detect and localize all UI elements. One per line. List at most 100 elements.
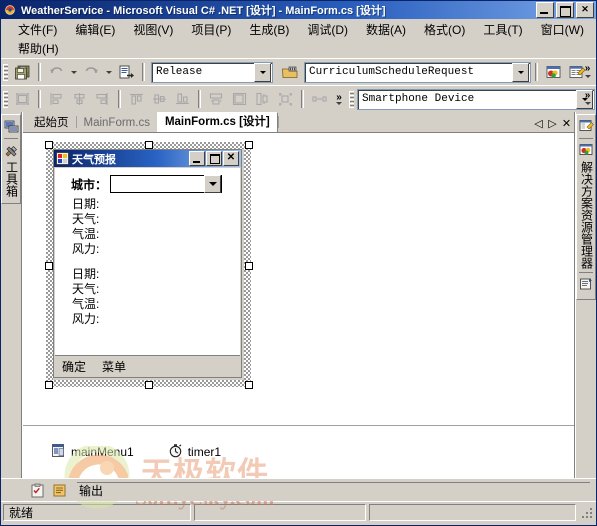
menu-item-data[interactable]: 数据(A) — [357, 20, 415, 39]
device-toolbar-overflow-button[interactable]: » — [581, 88, 594, 109]
align-centers-icon[interactable] — [68, 88, 91, 110]
resize-handle-w[interactable] — [45, 262, 53, 270]
tab-mainform-designer[interactable]: MainForm.cs [设计] — [156, 112, 278, 132]
resize-handle-se[interactable] — [245, 381, 253, 389]
chevron-down-icon-project[interactable] — [512, 62, 529, 82]
maximize-button[interactable] — [556, 2, 574, 18]
toolbar-separator — [38, 63, 41, 81]
timer-component-icon — [168, 443, 183, 461]
label-weather-1: 天气: — [72, 212, 100, 226]
menu-item-project[interactable]: 项目(P) — [182, 20, 240, 39]
save-all-icon[interactable] — [11, 61, 34, 83]
right-dock-tabs: 解决方案资源管理器 — [576, 114, 596, 300]
status-bar: 就绪 — [1, 501, 596, 523]
form-designer-surface[interactable]: 天气预报 ✕ 城市： 日期: 天气: 气温: 风力: 日期: 天气: 气温: 风… — [23, 132, 574, 478]
form-maximize-button[interactable] — [206, 151, 222, 166]
tab-mainform-cs[interactable]: MainForm.cs — [77, 115, 157, 132]
target-device-combo[interactable]: Smartphone Device — [357, 88, 595, 110]
align-tops-icon[interactable] — [125, 88, 148, 110]
form-menu-menu[interactable]: 菜单 — [102, 358, 134, 375]
layout-toolbar-overflow[interactable]: » — [331, 88, 347, 110]
visual-studio-icon — [4, 3, 18, 17]
resize-handle-ne[interactable] — [245, 141, 253, 149]
form-icon — [56, 152, 69, 165]
horizontal-spacing-icon[interactable] — [308, 88, 331, 110]
toolbox-icon[interactable] — [3, 142, 19, 158]
tab-prev-button[interactable]: ◁ — [533, 117, 544, 130]
make-same-height-icon[interactable] — [251, 88, 274, 110]
output-window-icon[interactable] — [51, 482, 67, 498]
menu-item-window[interactable]: 窗口(W) — [532, 20, 593, 39]
output-tab-label[interactable]: 输出 — [79, 482, 103, 499]
toolbar-overflow-label: » — [584, 63, 591, 74]
resize-handle-nw[interactable] — [45, 141, 53, 149]
size-to-grid-icon[interactable] — [274, 88, 297, 110]
task-list-icon[interactable] — [29, 482, 45, 498]
properties-icon[interactable] — [578, 118, 594, 134]
menu-item-debug[interactable]: 调试(D) — [298, 20, 357, 39]
window-controls: ✕ — [536, 2, 594, 18]
form-menu-ok[interactable]: 确定 — [62, 358, 94, 375]
tab-start-page[interactable]: 起始页 — [27, 115, 76, 132]
solution-configuration-combo[interactable]: Release — [151, 61, 273, 83]
align-bottoms-icon[interactable] — [171, 88, 194, 110]
toolbar-overflow-button[interactable]: » — [581, 61, 594, 82]
menu-item-format[interactable]: 格式(O) — [415, 20, 474, 39]
toolbar2-grip[interactable] — [3, 90, 8, 108]
align-middles-icon[interactable] — [148, 88, 171, 110]
toolbar2-separator-2 — [118, 90, 121, 108]
align-lefts-icon[interactable] — [45, 88, 68, 110]
form-minimize-button[interactable] — [189, 151, 205, 166]
undo-dropdown-icon[interactable] — [68, 61, 80, 83]
make-same-width-icon[interactable] — [205, 88, 228, 110]
toolbar2-separator-4 — [301, 90, 304, 108]
label-weather-2: 天气: — [72, 282, 100, 296]
resize-handle-e[interactable] — [245, 262, 253, 270]
toolbar-grip[interactable] — [3, 63, 8, 81]
resize-grip-icon[interactable] — [580, 506, 594, 520]
form-close-button[interactable]: ✕ — [223, 151, 239, 166]
make-same-size-icon[interactable] — [228, 88, 251, 110]
component-tray: mainMenu1 timer1 — [23, 425, 574, 478]
redo-icon[interactable] — [80, 61, 103, 83]
bring-to-front-icon[interactable] — [11, 88, 34, 110]
menu-item-tools[interactable]: 工具(T) — [474, 20, 531, 39]
navigate-icon[interactable] — [115, 61, 138, 83]
resize-handle-n[interactable] — [145, 141, 153, 149]
align-rights-icon[interactable] — [91, 88, 114, 110]
start-debug-icon[interactable] — [278, 61, 301, 83]
chevron-down-icon-city[interactable] — [204, 175, 222, 193]
solution-explorer-label: 解决方案资源管理器 — [579, 161, 594, 269]
menu-item-build[interactable]: 生成(B) — [240, 20, 298, 39]
tab-next-button[interactable]: ▷ — [547, 117, 558, 130]
chevron-down-icon[interactable] — [254, 62, 271, 82]
menu-item-view[interactable]: 视图(V) — [124, 20, 182, 39]
resize-handle-sw[interactable] — [45, 381, 53, 389]
redo-dropdown-icon[interactable] — [103, 61, 115, 83]
menu-item-help[interactable]: 帮助(H) — [9, 39, 68, 58]
resize-handle-s[interactable] — [145, 381, 153, 389]
menu-item-file[interactable]: 文件(F) — [9, 20, 66, 39]
close-button[interactable]: ✕ — [576, 2, 594, 18]
solution-explorer-icon-dock[interactable] — [578, 142, 594, 158]
minimize-button[interactable] — [536, 2, 554, 18]
label-temp-1: 气温: — [72, 227, 100, 241]
left-dock-tabs: 工具箱 — [1, 114, 21, 204]
tray-item-timer1[interactable]: timer1 — [168, 443, 221, 461]
weather-form[interactable]: 天气预报 ✕ 城市： 日期: 天气: 气温: 风力: 日期: 天气: 气温: 风… — [53, 149, 242, 378]
project-combo[interactable]: CurriculumScheduleRequest — [304, 61, 531, 83]
device-toolbar-grip[interactable] — [349, 90, 354, 108]
layout-toolbar: » Smartphone Device » — [1, 85, 596, 112]
server-explorer-icon[interactable] — [3, 118, 19, 134]
tab-close-button[interactable]: ✕ — [561, 117, 572, 130]
city-combo-box[interactable] — [110, 175, 223, 193]
solution-configuration-value: Release — [156, 66, 203, 78]
class-view-icon[interactable] — [578, 276, 594, 292]
undo-icon[interactable] — [45, 61, 68, 83]
toolbar-separator-3 — [535, 63, 538, 81]
solution-explorer-icon[interactable] — [542, 61, 565, 83]
menu-item-edit[interactable]: 编辑(E) — [66, 20, 124, 39]
form-menu-bar: 确定 菜单 — [55, 355, 240, 376]
tray-item-mainmenu1[interactable]: mainMenu1 — [51, 443, 134, 461]
form-title-bar: 天气预报 ✕ — [54, 150, 241, 167]
